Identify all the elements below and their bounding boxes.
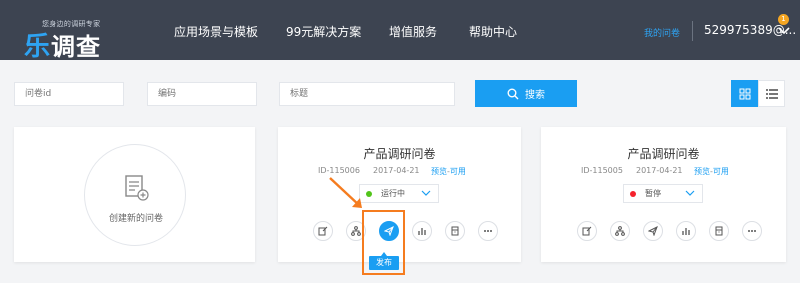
grid-view-button[interactable]	[731, 80, 758, 107]
create-survey-button[interactable]: 创建新的问卷	[84, 144, 186, 246]
survey-title[interactable]: 产品调研问卷	[541, 145, 786, 162]
code-input[interactable]	[147, 82, 257, 106]
survey-title[interactable]: 产品调研问卷	[278, 145, 521, 162]
bar-chart-icon	[418, 228, 426, 235]
survey-preview: 预览-可用	[694, 167, 729, 176]
archive-icon	[451, 226, 459, 236]
more-icon	[748, 230, 756, 232]
nav-99-solution[interactable]: 99元解决方案	[286, 23, 361, 40]
more-button[interactable]	[742, 221, 762, 241]
archive-button[interactable]	[445, 221, 465, 241]
title-input[interactable]	[279, 82, 455, 106]
nav-help-center[interactable]: 帮助中心	[469, 23, 517, 40]
survey-actions	[577, 221, 775, 241]
archive-button[interactable]	[709, 221, 729, 241]
chevron-down-icon[interactable]	[778, 27, 790, 35]
nav-scenarios-templates[interactable]: 应用场景与模板	[174, 23, 258, 40]
publish-button[interactable]	[643, 221, 663, 241]
logo-text: 乐调查	[24, 32, 102, 62]
chevron-down-icon	[421, 190, 431, 196]
edit-icon	[318, 226, 328, 236]
bar-chart-icon	[682, 228, 690, 235]
paper-plane-icon	[648, 226, 658, 236]
nav-value-added[interactable]: 增值服务	[389, 23, 437, 40]
logo[interactable]: 您身边的调研专家 乐调查	[12, 8, 100, 62]
edit-icon	[582, 226, 592, 236]
survey-id: ID-115005	[581, 166, 623, 175]
hierarchy-icon	[351, 226, 361, 236]
logic-button[interactable]	[610, 221, 630, 241]
status-label: 暂停	[645, 189, 661, 198]
availability: 可用	[712, 167, 729, 176]
status-select[interactable]: 暂停	[623, 184, 703, 203]
preview-link[interactable]: 预览	[694, 167, 710, 176]
status-dot	[630, 190, 636, 197]
create-survey-card: 创建新的问卷	[14, 127, 255, 262]
list-icon	[765, 88, 778, 99]
search-icon	[507, 88, 519, 99]
survey-id-input[interactable]	[14, 82, 124, 106]
edit-button[interactable]	[577, 221, 597, 241]
analytics-button[interactable]	[412, 221, 432, 241]
chevron-down-icon	[685, 190, 695, 196]
availability: 可用	[449, 167, 466, 176]
edit-button[interactable]	[313, 221, 333, 241]
preview-link[interactable]: 预览	[431, 167, 447, 176]
more-icon	[484, 230, 492, 232]
survey-actions	[313, 221, 511, 241]
publish-tooltip: 发布	[369, 252, 399, 270]
top-navbar: 您身边的调研专家 乐调查 应用场景与模板 99元解决方案 增值服务 帮助中心 我…	[0, 0, 800, 62]
survey-date: 2017-04-21	[636, 166, 683, 175]
grid-icon	[739, 88, 750, 99]
survey-date: 2017-04-21	[373, 166, 420, 175]
survey-preview: 预览-可用	[431, 167, 466, 176]
survey-id: ID-115006	[318, 166, 360, 175]
search-button[interactable]: 搜索	[475, 80, 577, 107]
my-survey-link[interactable]: 我的问卷	[644, 26, 680, 39]
more-button[interactable]	[478, 221, 498, 241]
annotation-arrow-icon	[329, 177, 362, 208]
survey-card: 产品调研问卷 ID-115005 2017-04-21 预览-可用 暂停	[541, 127, 786, 262]
new-document-icon	[125, 175, 149, 201]
list-view-button[interactable]	[758, 80, 785, 107]
search-label: 搜索	[525, 90, 545, 101]
hierarchy-icon	[615, 226, 625, 236]
status-label: 运行中	[381, 189, 405, 198]
archive-icon	[715, 226, 723, 236]
header-divider	[692, 21, 693, 41]
analytics-button[interactable]	[676, 221, 696, 241]
create-survey-label: 创建新的问卷	[108, 214, 163, 224]
notification-badge[interactable]: 1	[778, 14, 789, 25]
status-select[interactable]: 运行中	[359, 184, 439, 203]
